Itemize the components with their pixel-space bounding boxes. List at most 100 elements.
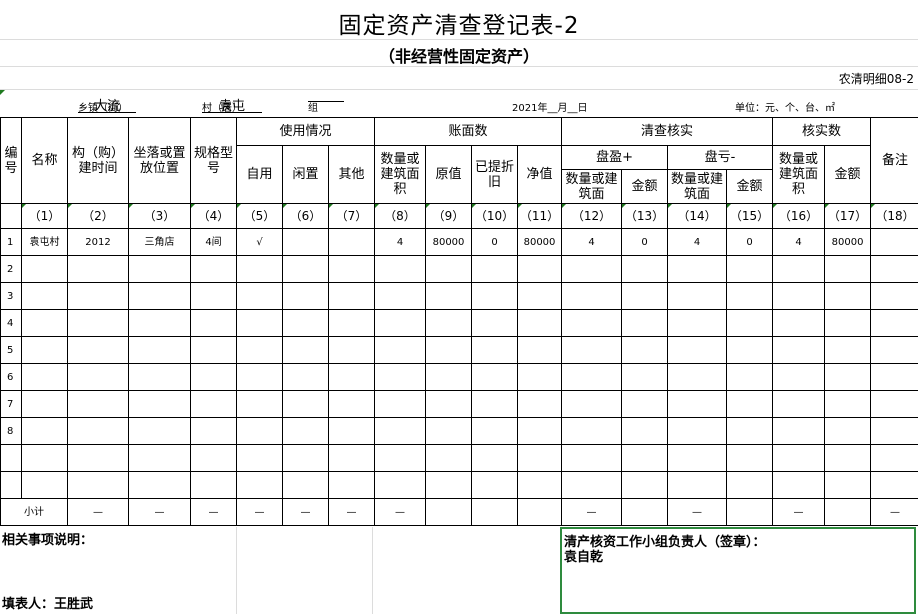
table-cell[interactable] <box>667 471 728 499</box>
table-cell[interactable] <box>328 228 375 256</box>
table-cell[interactable] <box>621 444 669 472</box>
table-cell[interactable] <box>726 336 774 364</box>
table-cell[interactable] <box>128 471 191 499</box>
table-cell[interactable] <box>667 336 728 364</box>
table-cell[interactable] <box>772 309 826 337</box>
row-number[interactable]: 3 <box>0 282 22 310</box>
row-number[interactable]: 6 <box>0 363 22 391</box>
table-cell[interactable] <box>128 282 191 310</box>
table-cell[interactable] <box>67 471 129 499</box>
table-cell[interactable] <box>190 444 237 472</box>
subtotal-cell[interactable]: — <box>128 498 191 526</box>
table-cell[interactable] <box>471 363 518 391</box>
table-cell[interactable] <box>282 390 329 418</box>
table-cell[interactable] <box>726 282 774 310</box>
table-cell[interactable] <box>374 282 426 310</box>
table-cell[interactable] <box>726 417 774 445</box>
table-cell[interactable] <box>667 444 728 472</box>
table-cell[interactable]: 2012 <box>67 228 129 256</box>
table-cell[interactable] <box>870 336 918 364</box>
table-cell[interactable] <box>772 390 826 418</box>
table-cell[interactable] <box>824 363 872 391</box>
table-cell[interactable] <box>236 444 283 472</box>
table-cell[interactable] <box>374 444 426 472</box>
table-cell[interactable] <box>516 309 563 337</box>
table-cell[interactable] <box>561 309 623 337</box>
table-cell[interactable] <box>328 417 375 445</box>
table-cell[interactable]: 0 <box>471 228 518 256</box>
table-cell[interactable] <box>425 309 472 337</box>
table-cell[interactable]: 0 <box>621 228 669 256</box>
table-cell[interactable] <box>374 471 426 499</box>
row-number[interactable] <box>0 444 22 472</box>
table-cell[interactable] <box>772 444 826 472</box>
table-cell[interactable] <box>772 336 826 364</box>
table-cell[interactable] <box>128 444 191 472</box>
table-cell[interactable] <box>328 390 375 418</box>
table-cell[interactable] <box>236 309 283 337</box>
subtotal-cell[interactable] <box>471 498 518 526</box>
signature-box[interactable]: 清产核资工作小组负责人（签章）： 袁自乾 <box>560 527 916 614</box>
table-cell[interactable] <box>374 255 426 283</box>
table-cell[interactable] <box>190 471 237 499</box>
table-cell[interactable] <box>667 417 728 445</box>
table-cell[interactable] <box>425 363 472 391</box>
table-cell[interactable] <box>67 255 129 283</box>
table-cell[interactable] <box>870 417 918 445</box>
table-cell[interactable] <box>726 255 774 283</box>
table-cell[interactable] <box>190 255 237 283</box>
table-cell[interactable] <box>667 255 728 283</box>
table-cell[interactable]: 4 <box>667 228 728 256</box>
table-cell[interactable] <box>667 309 728 337</box>
table-cell[interactable] <box>870 255 918 283</box>
table-cell[interactable] <box>374 390 426 418</box>
table-cell[interactable] <box>282 282 329 310</box>
table-cell[interactable] <box>236 363 283 391</box>
table-cell[interactable] <box>561 282 623 310</box>
table-cell[interactable] <box>328 255 375 283</box>
subtotal-cell[interactable]: — <box>282 498 329 526</box>
table-cell[interactable] <box>282 417 329 445</box>
table-cell[interactable] <box>328 309 375 337</box>
table-cell[interactable] <box>824 336 872 364</box>
table-cell[interactable] <box>471 282 518 310</box>
table-cell[interactable] <box>471 336 518 364</box>
subtotal-cell[interactable] <box>726 498 774 526</box>
table-cell[interactable]: 80000 <box>824 228 872 256</box>
subtotal-cell[interactable]: — <box>190 498 237 526</box>
table-cell[interactable] <box>516 417 563 445</box>
table-cell[interactable] <box>21 309 68 337</box>
table-cell[interactable] <box>667 390 728 418</box>
table-cell[interactable] <box>516 336 563 364</box>
table-cell[interactable] <box>328 282 375 310</box>
table-cell[interactable] <box>621 471 669 499</box>
table-cell[interactable] <box>67 363 129 391</box>
table-cell[interactable] <box>128 336 191 364</box>
table-cell[interactable]: 4 <box>772 228 826 256</box>
table-cell[interactable] <box>667 282 728 310</box>
table-cell[interactable]: 0 <box>726 228 774 256</box>
table-cell[interactable] <box>67 417 129 445</box>
row-number[interactable]: 5 <box>0 336 22 364</box>
table-cell[interactable] <box>772 363 826 391</box>
table-cell[interactable] <box>67 309 129 337</box>
table-cell[interactable] <box>425 282 472 310</box>
table-cell[interactable] <box>128 363 191 391</box>
table-cell[interactable] <box>67 444 129 472</box>
table-cell[interactable] <box>621 336 669 364</box>
table-cell[interactable] <box>236 390 283 418</box>
table-cell[interactable] <box>516 444 563 472</box>
table-cell[interactable] <box>870 228 918 256</box>
table-cell[interactable] <box>374 363 426 391</box>
table-cell[interactable] <box>282 336 329 364</box>
table-cell[interactable] <box>772 282 826 310</box>
table-cell[interactable] <box>425 471 472 499</box>
table-cell[interactable] <box>425 390 472 418</box>
table-cell[interactable] <box>374 336 426 364</box>
subtotal-cell[interactable]: — <box>328 498 375 526</box>
table-cell[interactable] <box>516 471 563 499</box>
table-cell[interactable] <box>471 444 518 472</box>
table-cell[interactable] <box>328 471 375 499</box>
table-cell[interactable] <box>128 417 191 445</box>
table-cell[interactable] <box>425 255 472 283</box>
